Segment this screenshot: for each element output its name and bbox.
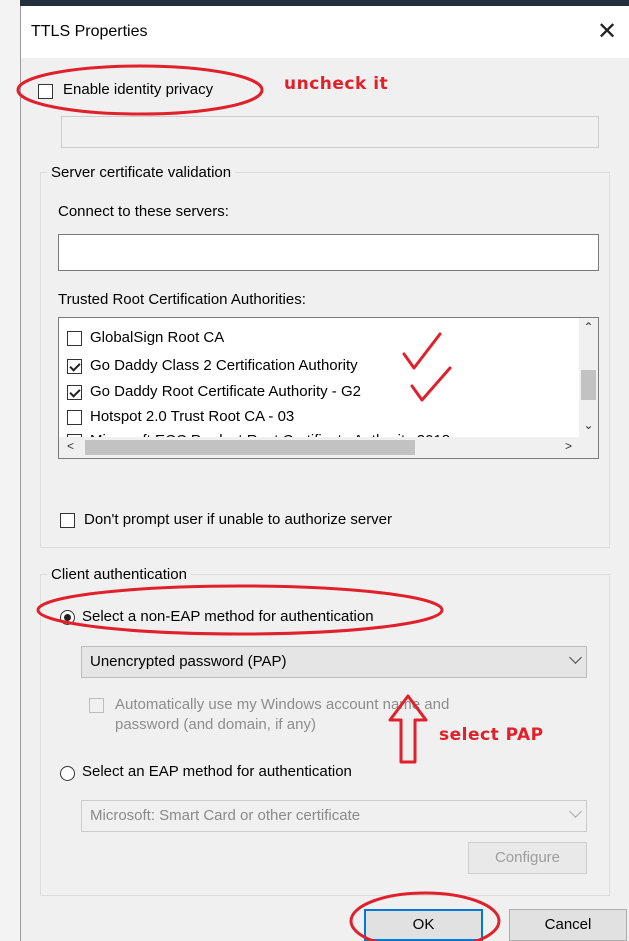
non-eap-method-radio[interactable] xyxy=(60,610,75,625)
identity-field[interactable] xyxy=(61,116,599,148)
scroll-up-icon[interactable]: ⌃ xyxy=(579,320,598,334)
configure-button[interactable]: Configure xyxy=(468,842,587,874)
authority-checkbox[interactable] xyxy=(67,359,82,374)
dont-prompt-label: Don't prompt user if unable to authorize… xyxy=(84,511,393,528)
non-eap-method-value: Unencrypted password (PAP) xyxy=(90,653,287,670)
trusted-root-label: Trusted Root Certification Authorities: xyxy=(58,291,306,308)
authority-checkbox[interactable] xyxy=(67,331,82,346)
title-bar: TTLS Properties ✕ xyxy=(21,6,629,58)
chevron-down-icon xyxy=(569,805,582,818)
select-pap-annotation: select PAP xyxy=(439,725,544,745)
auto-windows-credentials-label-line1: Automatically use my Windows account nam… xyxy=(115,696,450,713)
server-certificate-validation-legend: Server certificate validation xyxy=(51,164,232,181)
horizontal-scrollbar[interactable]: < > xyxy=(59,437,580,458)
non-eap-method-label: Select a non-EAP method for authenticati… xyxy=(82,608,374,625)
scroll-right-icon[interactable]: > xyxy=(559,439,578,453)
authority-checkbox[interactable] xyxy=(67,385,82,400)
enable-identity-privacy-label: Enable identity privacy xyxy=(63,81,214,98)
authority-label: GlobalSign Root CA xyxy=(90,329,225,346)
scrollbar-corner xyxy=(579,437,598,458)
close-icon[interactable]: ✕ xyxy=(584,12,629,52)
horizontal-scroll-thumb[interactable] xyxy=(85,440,415,455)
ttls-properties-dialog: TTLS Properties ✕ Enable identity privac… xyxy=(20,6,629,941)
non-eap-method-select[interactable]: Unencrypted password (PAP) xyxy=(81,646,587,678)
scroll-down-icon[interactable]: ⌄ xyxy=(579,418,598,432)
uncheck-annotation: uncheck it xyxy=(284,74,389,94)
scroll-left-icon[interactable]: < xyxy=(61,439,80,453)
eap-method-select[interactable]: Microsoft: Smart Card or other certifica… xyxy=(81,800,587,832)
connect-servers-label: Connect to these servers: xyxy=(58,203,229,220)
cancel-button[interactable]: Cancel xyxy=(509,909,627,941)
connect-servers-input[interactable] xyxy=(58,234,599,271)
authority-label: Hotspot 2.0 Trust Root CA - 03 xyxy=(90,408,295,425)
eap-method-label: Select an EAP method for authentication xyxy=(82,763,352,780)
authority-checkbox[interactable] xyxy=(67,410,82,425)
chevron-down-icon xyxy=(569,651,582,664)
vertical-scrollbar[interactable]: ⌃ ⌄ xyxy=(579,318,598,437)
auto-windows-credentials-checkbox[interactable] xyxy=(89,698,104,713)
ok-button[interactable]: OK xyxy=(364,909,483,941)
eap-method-value: Microsoft: Smart Card or other certifica… xyxy=(90,807,361,824)
client-authentication-legend: Client authentication xyxy=(51,566,187,583)
trusted-root-list[interactable]: GlobalSign Root CA Go Daddy Class 2 Cert… xyxy=(58,317,599,459)
auto-windows-credentials-label-line2: password (and domain, if any) xyxy=(115,716,316,733)
dialog-title: TTLS Properties xyxy=(31,23,148,40)
authority-label: Go Daddy Root Certificate Authority - G2 xyxy=(90,383,361,400)
vertical-scroll-thumb[interactable] xyxy=(581,370,596,400)
enable-identity-privacy-checkbox[interactable] xyxy=(38,84,53,99)
eap-method-radio[interactable] xyxy=(60,766,75,781)
authority-label: Go Daddy Class 2 Certification Authority xyxy=(90,357,358,374)
dont-prompt-checkbox[interactable] xyxy=(60,513,75,528)
background-window-edge xyxy=(0,0,20,941)
